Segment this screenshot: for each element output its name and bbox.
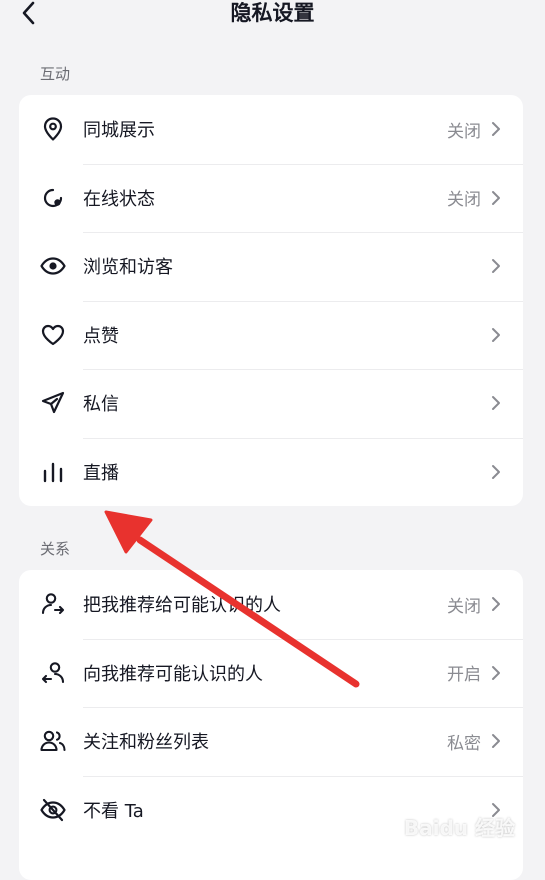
- row-label: 浏览和访客: [83, 257, 173, 279]
- row-likes[interactable]: 点赞: [19, 300, 523, 370]
- row-label: 点赞: [83, 325, 119, 347]
- row-live[interactable]: 直播: [19, 437, 523, 507]
- row-recommend-me-to-others[interactable]: 把我推荐给可能认识的人 关闭: [19, 570, 523, 639]
- row-label: 同城展示: [83, 120, 155, 142]
- paper-plane-icon: [39, 389, 67, 417]
- users-icon: [39, 727, 67, 755]
- row-label: 在线状态: [83, 188, 155, 210]
- eye-icon: [39, 252, 67, 280]
- watermark: Baidu 经验: [403, 816, 515, 840]
- user-recommend-icon: [39, 659, 67, 687]
- chevron-right-icon: [489, 665, 503, 681]
- row-nearby-display[interactable]: 同城展示 关闭: [19, 95, 523, 164]
- row-value: 开启: [447, 665, 481, 686]
- row-online-status[interactable]: 在线状态 关闭: [19, 163, 523, 233]
- chevron-right-icon: [489, 733, 503, 749]
- user-share-icon: [39, 590, 67, 618]
- chevron-right-icon: [489, 327, 503, 343]
- row-label: 私信: [83, 394, 119, 416]
- row-private-messages[interactable]: 私信: [19, 369, 523, 438]
- row-value: 关闭: [447, 121, 481, 142]
- row-label: 向我推荐可能认识的人: [83, 663, 263, 685]
- row-browse-visitors[interactable]: 浏览和访客: [19, 232, 523, 301]
- row-label: 把我推荐给可能认识的人: [83, 595, 281, 617]
- row-recommend-others-to-me[interactable]: 向我推荐可能认识的人 开启: [19, 638, 523, 708]
- row-value: 关闭: [447, 190, 481, 211]
- header: 隐私设置: [0, 0, 545, 30]
- row-label: 不看 Ta: [83, 800, 144, 822]
- live-bars-icon: [39, 458, 67, 486]
- row-value: 私密: [447, 733, 481, 754]
- chevron-right-icon: [489, 190, 503, 206]
- chevron-right-icon: [489, 258, 503, 274]
- page-title: 隐私设置: [230, 1, 315, 25]
- row-value: 关闭: [447, 596, 481, 617]
- chevron-right-icon: [489, 596, 503, 612]
- chevron-right-icon: [489, 121, 503, 137]
- heart-icon: [39, 321, 67, 349]
- chevron-right-icon: [489, 395, 503, 411]
- chevron-right-icon: [489, 464, 503, 480]
- eye-off-icon: [39, 796, 67, 824]
- location-pin-icon: [39, 115, 67, 143]
- section-label-relations: 关系: [40, 540, 71, 558]
- row-label: 直播: [83, 462, 119, 484]
- section-label-interaction: 互动: [40, 65, 71, 83]
- row-follow-fans-list[interactable]: 关注和粉丝列表 私密: [19, 707, 523, 776]
- interaction-card: 同城展示 关闭 在线状态 关闭 浏览和访客 点赞 私信 直播: [19, 95, 523, 506]
- online-status-icon: [39, 184, 67, 212]
- row-label: 关注和粉丝列表: [83, 732, 209, 754]
